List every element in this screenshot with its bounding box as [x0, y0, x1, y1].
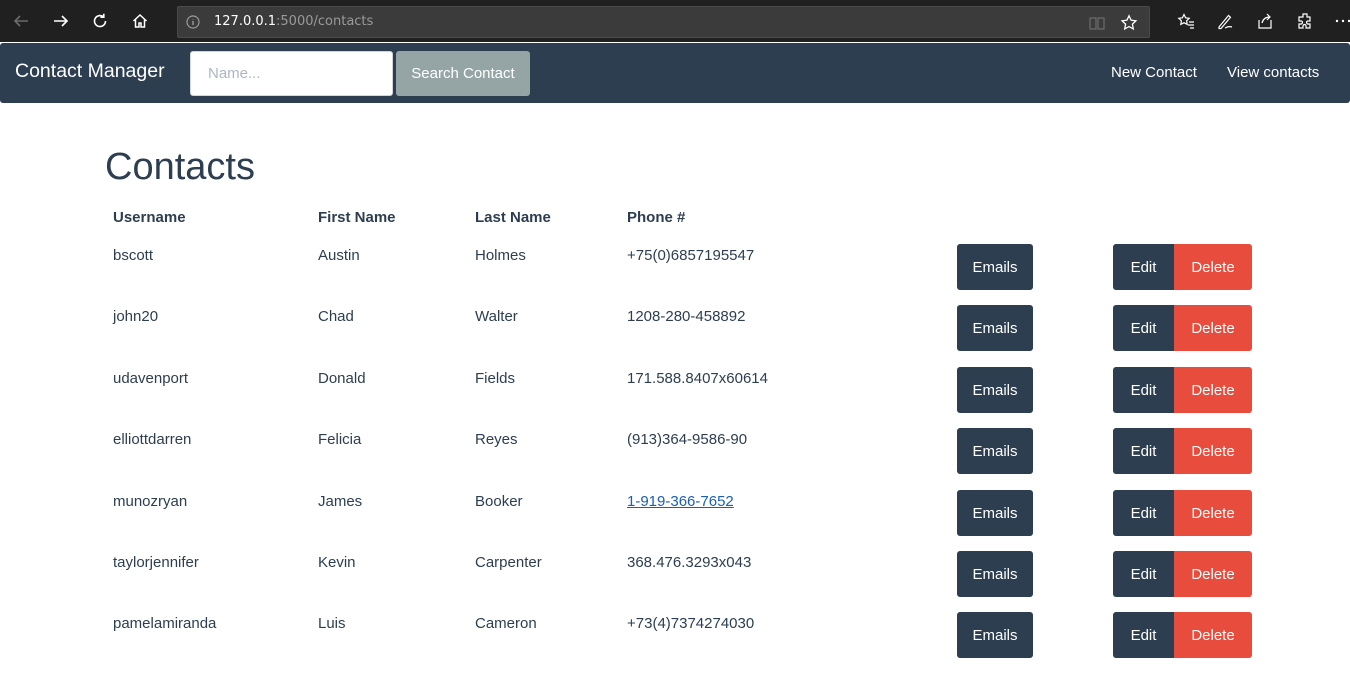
emails-button[interactable]: Emails — [957, 551, 1033, 597]
cell-username: bscott — [113, 247, 154, 264]
nav-link-view-contacts[interactable]: View contacts — [1227, 64, 1319, 81]
info-icon[interactable] — [186, 15, 200, 29]
home-icon — [132, 13, 148, 28]
favorite-star-icon[interactable] — [1120, 14, 1138, 32]
edit-button[interactable]: Edit — [1113, 244, 1174, 290]
header-last-name: Last Name — [475, 209, 551, 226]
forward-arrow-icon — [54, 15, 69, 27]
cell-phone: (913)364-9586-90 — [627, 431, 748, 448]
cell-username: munozryan — [113, 493, 188, 510]
edit-button[interactable]: Edit — [1113, 612, 1174, 658]
delete-button[interactable]: Delete — [1174, 305, 1252, 351]
emails-button[interactable]: Emails — [957, 612, 1033, 658]
header-username: Username — [113, 209, 186, 226]
cell-username: taylorjennifer — [113, 554, 199, 571]
cell-last-name: Cameron — [475, 615, 537, 632]
cell-first-name: Chad — [318, 308, 354, 325]
browser-toolbar: 127.0.0.1:5000/contacts — [0, 0, 1350, 42]
cell-last-name: Holmes — [475, 247, 526, 264]
cell-phone: +75(0)6857195547 — [627, 247, 755, 264]
back-arrow-icon — [13, 15, 28, 27]
cell-first-name: James — [318, 493, 363, 510]
cell-phone: 1208-280-458892 — [627, 308, 746, 325]
emails-button[interactable]: Emails — [957, 244, 1033, 290]
delete-button[interactable]: Delete — [1174, 490, 1252, 536]
edit-button[interactable]: Edit — [1113, 305, 1174, 351]
more-options-icon[interactable] — [1334, 12, 1350, 30]
cell-phone: 368.476.3293x043 — [627, 554, 752, 571]
cell-first-name: Kevin — [318, 554, 356, 571]
emails-button[interactable]: Emails — [957, 490, 1033, 536]
header-phone: Phone # — [627, 209, 686, 226]
page-title: Contacts — [105, 146, 255, 188]
cell-last-name: Walter — [475, 308, 518, 325]
cell-first-name: Austin — [318, 247, 360, 264]
cell-last-name: Carpenter — [475, 554, 542, 571]
delete-button[interactable]: Delete — [1174, 428, 1252, 474]
phone-link[interactable]: 1-919-366-7652 — [627, 493, 734, 510]
reading-view-icon[interactable] — [1088, 14, 1106, 32]
refresh-button[interactable] — [87, 8, 113, 34]
extensions-icon[interactable] — [1296, 12, 1314, 30]
cell-username: elliottdarren — [113, 431, 192, 448]
edit-button[interactable]: Edit — [1113, 367, 1174, 413]
nav-link-new-contact[interactable]: New Contact — [1111, 64, 1197, 81]
delete-button[interactable]: Delete — [1174, 367, 1252, 413]
forward-button[interactable] — [48, 8, 74, 34]
address-bar[interactable]: 127.0.0.1:5000/contacts — [177, 6, 1150, 38]
cell-phone: 171.588.8407x60614 — [627, 370, 768, 387]
delete-button[interactable]: Delete — [1174, 244, 1252, 290]
refresh-icon — [93, 13, 107, 28]
emails-button[interactable]: Emails — [957, 367, 1033, 413]
home-button[interactable] — [127, 8, 153, 34]
emails-button[interactable]: Emails — [957, 428, 1033, 474]
search-contact-button[interactable]: Search Contact — [396, 51, 530, 96]
cell-username: udavenport — [113, 370, 189, 387]
cell-last-name: Fields — [475, 370, 516, 387]
edit-button[interactable]: Edit — [1113, 490, 1174, 536]
favorites-icon[interactable] — [1177, 12, 1195, 30]
cell-username: john20 — [113, 308, 159, 325]
app-navbar: Contact Manager Search Contact New Conta… — [0, 43, 1350, 103]
cell-username: pamelamiranda — [113, 615, 217, 632]
edit-button[interactable]: Edit — [1113, 428, 1174, 474]
cell-last-name: Reyes — [475, 431, 518, 448]
search-input[interactable] — [190, 51, 393, 96]
header-first-name: First Name — [318, 209, 396, 226]
cell-phone: +73(4)7374274030 — [627, 615, 755, 632]
pen-icon[interactable] — [1216, 12, 1234, 30]
cell-first-name: Luis — [318, 615, 346, 632]
cell-first-name: Felicia — [318, 431, 362, 448]
app-brand[interactable]: Contact Manager — [15, 60, 165, 83]
url-text[interactable]: 127.0.0.1:5000/contacts — [214, 14, 373, 29]
emails-button[interactable]: Emails — [957, 305, 1033, 351]
delete-button[interactable]: Delete — [1174, 612, 1252, 658]
delete-button[interactable]: Delete — [1174, 551, 1252, 597]
cell-last-name: Booker — [475, 493, 523, 510]
share-icon[interactable] — [1256, 12, 1274, 30]
back-button[interactable] — [8, 8, 34, 34]
cell-first-name: Donald — [318, 370, 366, 387]
edit-button[interactable]: Edit — [1113, 551, 1174, 597]
